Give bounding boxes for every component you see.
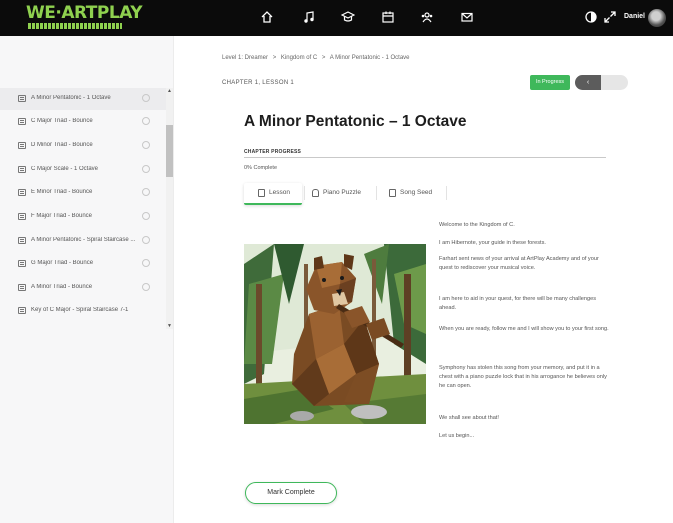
mark-complete-button[interactable]: Mark Complete — [245, 482, 337, 504]
document-icon — [258, 189, 265, 197]
mail-icon[interactable] — [460, 10, 474, 24]
scroll-down-arrow-icon[interactable]: ▼ — [166, 323, 173, 329]
sidebar-scroll-thumb[interactable] — [166, 125, 173, 177]
lesson-nav-prev-button[interactable]: ‹ — [575, 75, 601, 90]
breadcrumb: Level 1: Dreamer > Kingdom of C > A Mino… — [222, 55, 413, 61]
story-paragraph: I am here to aid in your quest, for ther… — [439, 296, 597, 311]
story-paragraph: Welcome to the Kingdom of C. — [439, 222, 515, 228]
dark-mode-icon[interactable] — [584, 10, 598, 24]
lesson-item-label: A Minor Pentatonic - Spiral Staircase ..… — [31, 237, 136, 243]
lesson-item-label: F Major Triad - Bounce — [31, 213, 93, 219]
group-icon[interactable] — [420, 10, 434, 24]
lesson-item[interactable]: Key of C Major - Spiral Staircase 7-1 — [0, 300, 166, 322]
story-paragraph: I am Hibernote, your guide in these fore… — [439, 240, 546, 246]
completion-circle-icon — [142, 188, 150, 196]
lesson-item-label: G Major Triad - Bounce — [31, 260, 94, 266]
completion-circle-icon — [142, 117, 150, 125]
breadcrumb-separator: > — [272, 55, 277, 61]
chapter-progress-bar — [244, 157, 606, 158]
chapter-lesson-label: CHAPTER 1, LESSON 1 — [222, 80, 295, 86]
completion-circle-icon — [142, 236, 150, 244]
lesson-item-label: D Minor Triad - Bounce — [31, 142, 93, 148]
tab-divider — [376, 186, 377, 200]
completion-circle-icon — [142, 141, 150, 149]
status-badge: In Progress — [530, 75, 570, 90]
lesson-doc-icon — [18, 118, 26, 125]
lesson-doc-icon — [18, 260, 26, 267]
lesson-item[interactable]: A Minor Pentatonic - 1 Octave — [0, 88, 166, 110]
lesson-item-label: C Major Scale - 1 Octave — [31, 166, 99, 172]
lesson-item[interactable]: A Minor Pentatonic - Spiral Staircase ..… — [0, 230, 166, 252]
tab-divider — [446, 186, 447, 200]
expand-icon[interactable] — [603, 10, 617, 24]
user-name[interactable]: Daniel — [624, 13, 645, 20]
logo-text: WE·ARTPLAY — [26, 3, 143, 23]
calendar-icon[interactable] — [381, 10, 395, 24]
lesson-item-label: A Minor Pentatonic - 1 Octave — [31, 95, 111, 101]
lesson-item-label: Key of C Major - Spiral Staircase 7-1 — [31, 307, 129, 313]
breadcrumb-current: A Minor Pentatonic - 1 Octave — [329, 55, 410, 61]
weartplay-logo[interactable]: WE·ARTPLAY — [26, 4, 143, 30]
lesson-sidebar: A Minor Pentatonic - 1 Octave C Major Tr… — [0, 36, 174, 523]
home-icon[interactable] — [260, 10, 274, 24]
music-doc-icon — [389, 189, 396, 197]
lesson-item-label: A Minor Triad - Bounce — [31, 284, 93, 290]
lesson-item-label: E Minor Triad - Bounce — [31, 189, 93, 195]
tab-label: Piano Puzzle — [323, 189, 361, 196]
story-paragraph: Symphony has stolen this song from your … — [439, 365, 607, 389]
lesson-item[interactable]: F Major Triad - Bounce — [0, 206, 166, 228]
breadcrumb-link-kingdom[interactable]: Kingdom of C — [281, 55, 317, 61]
lock-icon — [312, 189, 319, 197]
tab-divider — [304, 186, 305, 200]
avatar[interactable] — [648, 9, 666, 27]
breadcrumb-link-level[interactable]: Level 1: Dreamer — [222, 55, 268, 61]
chapter-progress-text: 0% Complete — [244, 165, 278, 171]
story-paragraph: We shall see about that! — [439, 415, 499, 421]
completion-circle-icon — [142, 283, 150, 291]
lesson-doc-icon — [18, 284, 26, 291]
lesson-doc-icon — [18, 189, 26, 196]
lesson-item[interactable]: G Major Triad - Bounce — [0, 253, 166, 275]
completion-circle-icon — [142, 165, 150, 173]
breadcrumb-separator: > — [321, 55, 326, 61]
page-title: A Minor Pentatonic – 1 Octave — [244, 113, 467, 130]
lesson-doc-icon — [18, 166, 26, 173]
lesson-doc-icon — [18, 237, 26, 244]
lesson-item-label: C Major Triad - Bounce — [31, 118, 93, 124]
story-paragraph: Let us begin... — [439, 433, 475, 439]
lesson-doc-icon — [18, 142, 26, 149]
music-note-icon[interactable] — [302, 10, 316, 24]
story-paragraph: When you are ready, follow me and I will… — [439, 326, 609, 332]
lesson-item[interactable]: D Minor Triad - Bounce — [0, 135, 166, 157]
lesson-doc-icon — [18, 95, 26, 102]
story-paragraph: Farhart sent news of your arrival at Art… — [439, 256, 599, 271]
piano-keys-graphic — [28, 23, 122, 29]
lesson-doc-icon — [18, 307, 26, 314]
graduation-cap-icon[interactable] — [341, 10, 355, 24]
lesson-item[interactable]: C Major Scale - 1 Octave — [0, 159, 166, 181]
completion-circle-icon — [142, 94, 150, 102]
completion-circle-icon — [142, 259, 150, 267]
scroll-up-arrow-icon[interactable]: ▲ — [166, 88, 173, 94]
completion-circle-icon — [142, 212, 150, 220]
lesson-item[interactable]: E Minor Triad - Bounce — [0, 182, 166, 204]
tab-label: Lesson — [269, 189, 290, 196]
lesson-item[interactable]: C Major Triad - Bounce — [0, 111, 166, 133]
top-nav-bar: WE·ARTPLAY Daniel — [0, 0, 673, 36]
tab-label: Song Seed — [400, 189, 433, 196]
lesson-doc-icon — [18, 213, 26, 220]
bear-flute-illustration — [244, 244, 426, 424]
lesson-item[interactable]: A Minor Triad - Bounce — [0, 277, 166, 299]
chapter-progress-heading: CHAPTER PROGRESS — [244, 149, 302, 155]
